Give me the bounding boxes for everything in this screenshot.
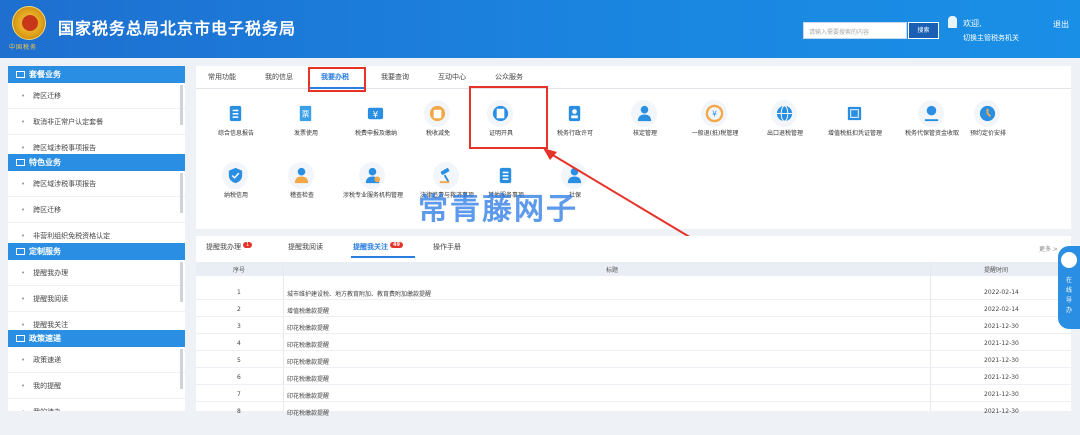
tab-remind-read[interactable]: 提醒我阅读 bbox=[288, 242, 323, 252]
tile-inspection[interactable]: 稽查检查 bbox=[262, 154, 342, 216]
sidebar-section-header[interactable]: 定制服务 bbox=[8, 243, 185, 260]
tile-info-report[interactable]: 综合信息报告 bbox=[196, 92, 276, 154]
money-hand-icon bbox=[918, 100, 944, 127]
sidebar-item[interactable]: 政策速递 bbox=[8, 347, 185, 373]
scrollbar[interactable] bbox=[180, 173, 183, 213]
globe-icon bbox=[771, 100, 797, 127]
more-link[interactable]: 更多 > bbox=[1039, 244, 1058, 253]
emblem-text: 中国税务 bbox=[9, 44, 38, 51]
sidebar-section-packages: 套餐业务 跨区迁移 取消非正常户认定套餐 跨区域涉税事项报告 bbox=[8, 66, 185, 161]
tile-agency-management[interactable]: 涉税专业服务机构管理 bbox=[333, 154, 413, 216]
table-row[interactable]: 7 印花税缴款提醒 2021-12-30 bbox=[196, 387, 1071, 402]
tile-highlight-box bbox=[469, 86, 548, 149]
assistant-avatar-icon bbox=[1061, 252, 1077, 268]
inspector-icon bbox=[288, 162, 314, 189]
search-button[interactable]: 搜索 bbox=[908, 22, 939, 39]
sidebar-item[interactable]: 我的待办 bbox=[8, 399, 185, 411]
voucher-icon bbox=[841, 100, 867, 127]
person-icon bbox=[16, 248, 25, 255]
sidebar-section-title: 套餐业务 bbox=[29, 70, 61, 79]
sidebar-section-special: 特色业务 跨区域涉税事项报告 跨区迁移 非营利组织免税资格认定 bbox=[8, 154, 185, 249]
clipboard-icon bbox=[222, 100, 248, 127]
table-row[interactable]: 3 印花税缴款提醒 2021-12-30 bbox=[196, 319, 1071, 334]
section-icon bbox=[16, 71, 25, 78]
search-input[interactable]: 请输入需要搜索的内容 bbox=[803, 22, 907, 39]
sidebar-section-custom: 定制服务 提醒我办理 提醒我阅读 提醒我关注 bbox=[8, 243, 185, 338]
tile-invoice[interactable]: 票 发票使用 bbox=[266, 92, 346, 154]
online-guide-button[interactable]: 在线导办 bbox=[1058, 246, 1080, 329]
table-row[interactable]: 5 印花税缴款提醒 2021-12-30 bbox=[196, 353, 1071, 368]
sidebar-section-title: 政策速递 bbox=[29, 334, 61, 343]
table-row[interactable]: 2 增值税缴款提醒 2022-02-14 bbox=[196, 302, 1071, 317]
scrollbar[interactable] bbox=[180, 262, 183, 302]
agent-icon bbox=[359, 162, 385, 189]
tab-public-service[interactable]: 公众服务 bbox=[495, 72, 523, 82]
section-icon bbox=[16, 159, 25, 166]
tab-interaction[interactable]: 互动中心 bbox=[438, 72, 466, 82]
tab-query[interactable]: 我要查询 bbox=[381, 72, 409, 82]
shield-icon bbox=[222, 162, 248, 189]
person-icon bbox=[16, 335, 25, 342]
tab-common-functions[interactable]: 常用功能 bbox=[208, 72, 236, 82]
tax-emblem-icon bbox=[12, 6, 46, 40]
sidebar-section-header[interactable]: 套餐业务 bbox=[8, 66, 185, 83]
user-icon bbox=[948, 16, 957, 28]
tile-export-refund[interactable]: 出口退税管理 bbox=[745, 92, 825, 154]
scrollbar[interactable] bbox=[180, 85, 183, 125]
yuan-icon: ¥ bbox=[362, 100, 388, 127]
header-bar: 中国税务 国家税务总局北京市电子税务局 请输入需要搜索的内容 搜索 欢迎, 切换… bbox=[0, 0, 1080, 58]
sidebar-section-policy: 政策速递 政策速递 我的提醒 我的待办 bbox=[8, 330, 185, 411]
sidebar-item[interactable]: 跨区迁移 bbox=[8, 197, 185, 223]
svg-text:¥: ¥ bbox=[712, 109, 717, 118]
tile-assessment[interactable]: 核定管理 bbox=[605, 92, 685, 154]
reminder-panel: 提醒我办理 1 提醒我阅读 提醒我关注 49 操作手册 更多 > 序号 标题 提醒时… bbox=[196, 236, 1071, 419]
table-row[interactable]: 8 印花税缴款提醒 2021-12-30 bbox=[196, 404, 1071, 419]
sidebar-item[interactable]: 跨区域涉税事项报告 bbox=[8, 171, 185, 197]
sidebar-item[interactable]: 跨区迁移 bbox=[8, 83, 185, 109]
sidebar-section-title: 特色业务 bbox=[29, 158, 61, 167]
sidebar-item[interactable]: 提醒我办理 bbox=[8, 260, 185, 286]
sidebar-section-header[interactable]: 特色业务 bbox=[8, 154, 185, 171]
sidebar-item[interactable]: 取消非正常户认定套餐 bbox=[8, 109, 185, 135]
welcome-text: 欢迎, bbox=[963, 19, 982, 28]
tile-vat-voucher[interactable]: 增值税抵扣凭证管理 bbox=[815, 92, 895, 154]
tab-user-manual[interactable]: 操作手册 bbox=[433, 242, 461, 252]
table-row[interactable]: 1 城市维护建设税、地方教育附加、教育费附加缴款提醒 2022-02-14 bbox=[196, 285, 1071, 300]
tab-my-info[interactable]: 我的信息 bbox=[265, 72, 293, 82]
id-card-icon bbox=[561, 100, 587, 127]
watermark: 常青藤网子 bbox=[418, 192, 578, 227]
tab-remind-handle[interactable]: 提醒我办理 1 bbox=[206, 242, 253, 252]
tab-remind-follow[interactable]: 提醒我关注 49 bbox=[353, 242, 403, 252]
sidebar: 套餐业务 跨区迁移 取消非正常户认定套餐 跨区域涉税事项报告 特色业务 跨区域涉… bbox=[8, 66, 185, 411]
sidebar-section-title: 定制服务 bbox=[29, 247, 61, 256]
person-icon bbox=[631, 100, 657, 127]
page-title: 国家税务总局北京市电子税务局 bbox=[58, 19, 297, 38]
relief-icon bbox=[424, 100, 450, 127]
reminder-tabs: 提醒我办理 1 提醒我阅读 提醒我关注 49 操作手册 更多 > bbox=[196, 236, 1071, 258]
scrollbar[interactable] bbox=[180, 349, 183, 389]
table-row[interactable]: 4 印花税缴款提醒 2021-12-30 bbox=[196, 336, 1071, 351]
svg-text:¥: ¥ bbox=[373, 110, 379, 120]
svg-text:票: 票 bbox=[302, 109, 310, 118]
refund-icon: ¥ bbox=[701, 100, 727, 127]
logout-link[interactable]: 退出 bbox=[1053, 19, 1069, 30]
table-row[interactable]: 6 印花税缴款提醒 2021-12-30 bbox=[196, 370, 1071, 385]
invoice-icon: 票 bbox=[292, 100, 318, 127]
sidebar-section-header[interactable]: 政策速递 bbox=[8, 330, 185, 347]
count-badge: 1 bbox=[243, 242, 253, 248]
tile-pricing-arrangement[interactable]: 预约定价安排 bbox=[948, 92, 1028, 154]
tab-highlight-box bbox=[308, 67, 366, 92]
table-header: 序号 标题 提醒时间 bbox=[196, 262, 1071, 276]
switch-tax-office-link[interactable]: 切换主管税务机关 bbox=[963, 33, 1019, 43]
clock-icon bbox=[974, 100, 1000, 127]
active-tab-indicator bbox=[351, 256, 415, 258]
sidebar-item[interactable]: 提醒我阅读 bbox=[8, 286, 185, 312]
count-badge: 49 bbox=[390, 242, 403, 248]
tile-general-refund[interactable]: ¥ 一般退(抵)税管理 bbox=[675, 92, 755, 154]
sidebar-item[interactable]: 我的提醒 bbox=[8, 373, 185, 399]
